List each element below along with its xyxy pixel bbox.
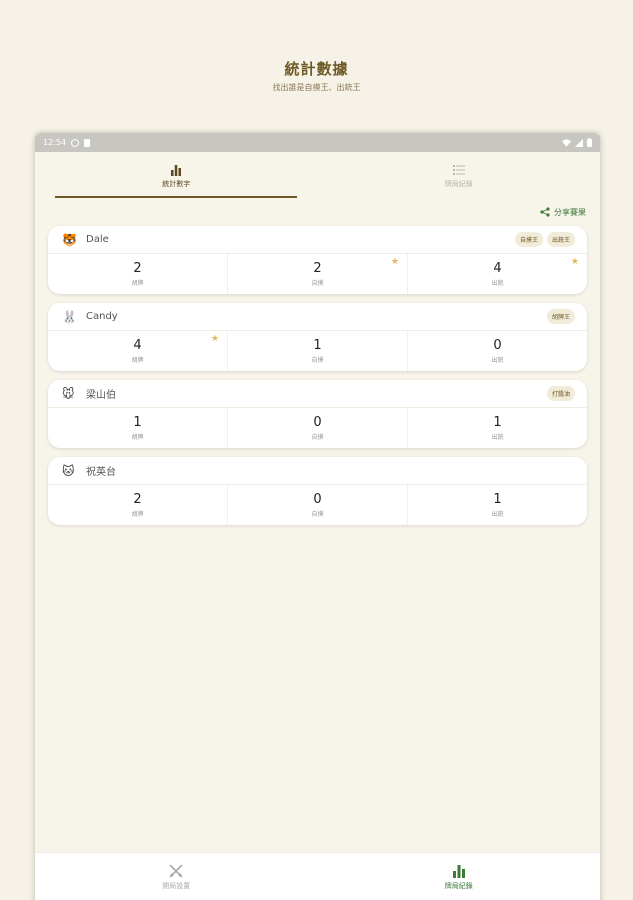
stat-value: 1 — [493, 492, 502, 507]
tab-game-records[interactable]: 牌局紀錄 — [318, 152, 601, 198]
tab-label: 統計數字 — [162, 179, 191, 188]
stat-self-drawn: 1 自摸 — [227, 331, 407, 371]
player-card: 🐱 祝英台 2 胡牌 0 自摸 1 出銃 — [48, 457, 587, 525]
bar-chart-icon — [170, 162, 182, 176]
signal-icon — [575, 138, 583, 147]
mouse-avatar-icon: 🐭 — [62, 386, 75, 401]
stat-value: 4 — [493, 261, 502, 276]
notification-icon — [71, 138, 80, 147]
nav-game-setup[interactable]: 開局設置 — [35, 853, 318, 900]
tiger-avatar-icon: 🐯 — [62, 232, 77, 247]
stat-value: 0 — [493, 338, 502, 353]
stat-label: 出銃 — [491, 434, 504, 441]
stat-value: 1 — [313, 338, 322, 353]
player-stats-list: 🐯 Dale 自摸王 出銃王 2 胡牌 2 自摸 ★ 4 出銃 ★ 🐰 Cand… — [35, 226, 600, 525]
stat-discard-loss: 1 出銃 — [407, 408, 587, 448]
player-name: 祝英台 — [86, 467, 116, 478]
battery-icon — [587, 138, 592, 147]
rabbit-avatar-icon: 🐰 — [62, 309, 77, 324]
stat-value: 0 — [313, 492, 322, 507]
tab-bar: 統計數字 牌局紀錄 — [35, 152, 600, 198]
stat-label: 出銃 — [491, 357, 504, 364]
active-tab-indicator — [55, 196, 297, 198]
stat-label: 自摸 — [311, 280, 324, 287]
crown-icon: ★ — [210, 334, 219, 344]
title-badge: 打醬油 — [546, 386, 575, 401]
device-frame: 12:54 統計數字 牌局紀錄 分享賽果 🐯 Dale 自摸王 出銃王 2 胡牌… — [35, 133, 600, 900]
crown-icon: ★ — [570, 257, 579, 267]
stat-label: 出銃 — [491, 280, 504, 287]
stat-discard-loss: 1 出銃 — [407, 485, 587, 525]
stat-label: 出銃 — [491, 511, 504, 518]
share-button[interactable]: 分享賽果 — [540, 207, 586, 218]
stat-self-drawn: 0 自摸 — [227, 408, 407, 448]
page-subtitle: 找出誰是自摸王、出銃王 — [272, 83, 361, 92]
stat-value: 1 — [493, 415, 502, 430]
stat-self-drawn: 0 自摸 — [227, 485, 407, 525]
title-badge: 自摸王 — [514, 232, 543, 247]
player-card: 🐯 Dale 自摸王 出銃王 2 胡牌 2 自摸 ★ 4 出銃 ★ — [48, 226, 587, 294]
list-icon — [452, 162, 465, 176]
player-name: 梁山伯 — [86, 390, 116, 401]
stat-label: 胡牌 — [131, 511, 144, 518]
status-bar: 12:54 — [35, 133, 600, 152]
share-label: 分享賽果 — [554, 207, 586, 217]
stat-wins: 2 胡牌 — [48, 485, 227, 525]
stat-discard-loss: 4 出銃 ★ — [407, 254, 587, 294]
stat-value: 1 — [133, 415, 142, 430]
stat-discard-loss: 0 出銃 — [407, 331, 587, 371]
status-time: 12:54 — [43, 138, 67, 147]
wifi-icon — [562, 138, 571, 147]
crown-icon: ★ — [390, 257, 399, 267]
cat-avatar-icon: 🐱 — [62, 463, 75, 478]
stat-value: 2 — [313, 261, 322, 276]
tab-statistics[interactable]: 統計數字 — [35, 152, 318, 198]
bottom-navigation: 開局設置 牌局紀錄 — [35, 852, 600, 900]
title-badge: 出銃王 — [546, 232, 575, 247]
stat-label: 自摸 — [311, 434, 324, 441]
sim-icon — [84, 138, 91, 147]
player-name: Candy — [86, 311, 118, 322]
share-icon — [540, 207, 550, 217]
player-name: Dale — [86, 234, 109, 245]
player-card: 🐰 Candy 胡牌王 4 胡牌 ★ 1 自摸 0 出銃 — [48, 303, 587, 371]
stat-label: 自摸 — [311, 511, 324, 518]
stat-wins: 1 胡牌 — [48, 408, 227, 448]
stat-value: 2 — [133, 261, 142, 276]
stat-wins: 4 胡牌 ★ — [48, 331, 227, 371]
bar-chart-icon — [452, 862, 466, 878]
nav-game-records[interactable]: 牌局紀錄 — [318, 853, 601, 900]
stat-label: 胡牌 — [131, 434, 144, 441]
stat-self-drawn: 2 自摸 ★ — [227, 254, 407, 294]
stat-label: 胡牌 — [131, 280, 144, 287]
player-card: 🐭 梁山伯 打醬油 1 胡牌 0 自摸 1 出銃 — [48, 380, 587, 448]
stat-wins: 2 胡牌 — [48, 254, 227, 294]
page-title: 統計數據 — [284, 60, 349, 78]
tab-label: 牌局紀錄 — [444, 179, 473, 188]
stat-value: 0 — [313, 415, 322, 430]
title-badge: 胡牌王 — [546, 309, 575, 324]
stat-value: 2 — [133, 492, 142, 507]
stat-label: 胡牌 — [131, 357, 144, 364]
nav-label: 牌局紀錄 — [444, 882, 473, 890]
nav-label: 開局設置 — [162, 882, 191, 890]
stat-value: 4 — [133, 338, 142, 353]
swords-icon — [169, 862, 183, 878]
stat-label: 自摸 — [311, 357, 324, 364]
